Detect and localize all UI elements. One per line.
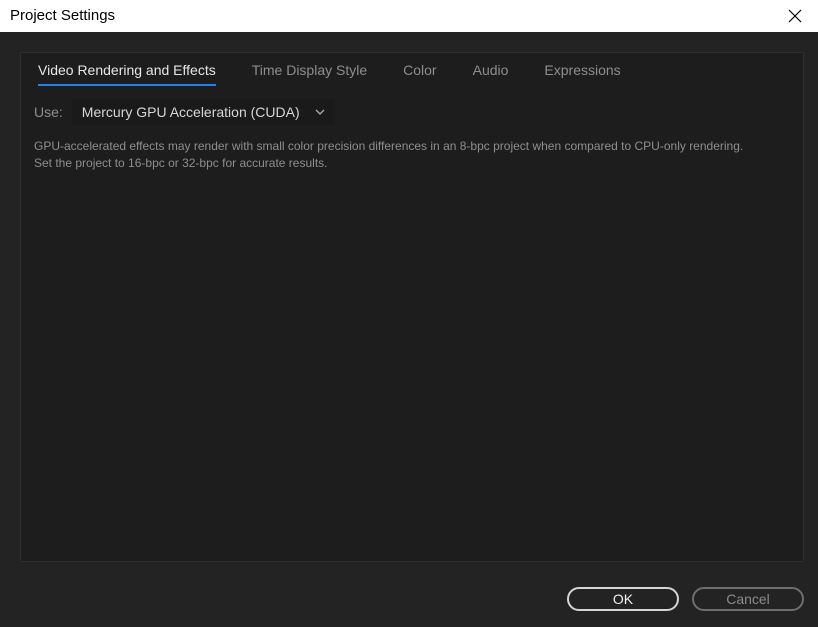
ok-button[interactable]: OK bbox=[567, 587, 679, 611]
renderer-select-value: Mercury GPU Acceleration (CUDA) bbox=[81, 104, 300, 120]
close-icon bbox=[788, 9, 802, 23]
dialog-title: Project Settings bbox=[10, 7, 116, 24]
tab-time-display-style[interactable]: Time Display Style bbox=[252, 62, 367, 86]
tab-color[interactable]: Color bbox=[403, 62, 436, 86]
close-button[interactable] bbox=[772, 0, 818, 32]
chevron-down-icon bbox=[315, 109, 325, 115]
title-bar: Project Settings bbox=[0, 0, 818, 32]
renderer-row: Use: Mercury GPU Acceleration (CUDA) bbox=[34, 99, 334, 125]
use-label: Use: bbox=[34, 104, 63, 120]
tab-video-rendering-and-effects[interactable]: Video Rendering and Effects bbox=[38, 62, 216, 86]
renderer-select[interactable]: Mercury GPU Acceleration (CUDA) bbox=[71, 99, 334, 125]
gpu-precision-notice: GPU-accelerated effects may render with … bbox=[34, 139, 744, 170]
project-settings-dialog: Project Settings Video Rendering and Eff… bbox=[0, 0, 818, 627]
tab-expressions[interactable]: Expressions bbox=[544, 62, 620, 86]
tab-bar: Video Rendering and Effects Time Display… bbox=[38, 62, 657, 86]
tab-audio[interactable]: Audio bbox=[473, 62, 509, 86]
settings-panel: Video Rendering and Effects Time Display… bbox=[20, 52, 804, 562]
cancel-button[interactable]: Cancel bbox=[692, 587, 804, 611]
